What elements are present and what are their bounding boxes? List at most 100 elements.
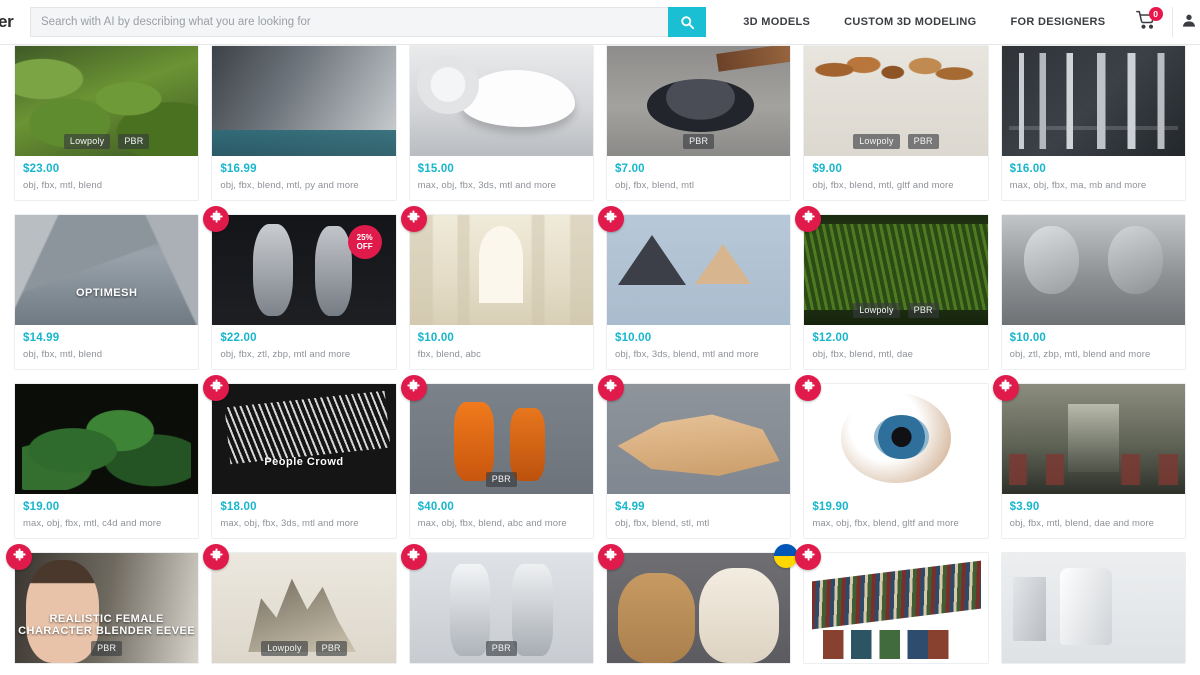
product-thumbnail[interactable] — [409, 215, 593, 325]
nav-item-3d-models[interactable]: 3D MODELS — [726, 16, 827, 28]
product-card[interactable]: Lowpoly PBR $23.00 obj, fbx, mtl, blend — [14, 45, 200, 201]
product-image — [409, 46, 593, 156]
favorite-badge[interactable] — [400, 206, 427, 232]
product-image — [804, 384, 988, 494]
product-card[interactable]: $10.00 obj, fbx, 3ds, blend, mtl and more — [597, 206, 792, 370]
favorite-badge[interactable] — [400, 375, 427, 401]
product-card[interactable]: People Crowd $18.00 max, obj, fbx, 3ds, mt… — [203, 375, 397, 539]
product-thumbnail[interactable] — [606, 553, 791, 663]
product-thumbnail[interactable]: 25% OFF — [212, 215, 396, 325]
product-card[interactable]: $10.00 obj, ztl, zbp, mtl, blend and more — [1000, 214, 1186, 370]
product-card[interactable] — [795, 544, 989, 664]
product-card[interactable]: Lowpoly PBR $9.00 obj, fbx, blend, mtl, glt… — [803, 45, 989, 201]
product-thumbnail[interactable]: PBR — [409, 384, 593, 494]
product-thumbnail[interactable]: Lowpoly PBR — [804, 46, 988, 156]
puzzle-piece-icon — [12, 548, 26, 566]
favorite-badge[interactable] — [597, 544, 624, 570]
product-thumbnail[interactable] — [212, 46, 396, 156]
main-nav: 3D MODELS CUSTOM 3D MODELING FOR DESIGNE… — [726, 16, 1122, 28]
product-price: $16.00 — [1009, 163, 1047, 175]
product-thumbnail[interactable] — [804, 384, 988, 494]
puzzle-piece-icon — [999, 379, 1012, 397]
product-price: $22.00 — [220, 332, 257, 344]
product-thumbnail[interactable] — [606, 384, 791, 494]
nav-item-custom-3d-modeling[interactable]: CUSTOM 3D MODELING — [827, 16, 993, 28]
product-card[interactable]: PBR $40.00 max, obj, fbx, blend, abc and m… — [400, 375, 594, 539]
thumbnail-tag: Lowpoly — [853, 303, 900, 318]
product-image — [15, 384, 199, 494]
puzzle-piece-icon — [210, 210, 223, 228]
product-card[interactable]: $4.99 obj, fbx, blend, stl, mtl — [597, 375, 792, 539]
favorite-badge[interactable] — [597, 206, 624, 232]
product-card[interactable]: Lowpoly PBR $12.00 obj, fbx, blend, mtl, da… — [795, 206, 989, 370]
product-thumbnail[interactable]: PBR — [606, 46, 791, 156]
product-card[interactable]: $16.99 obj, fbx, blend, mtl, py and more — [211, 45, 397, 201]
product-thumbnail[interactable]: Lowpoly PBR — [15, 46, 199, 156]
brand-logo[interactable]: er — [0, 12, 20, 32]
product-card[interactable]: $16.00 max, obj, fbx, ma, mb and more — [1000, 45, 1186, 201]
product-thumbnail[interactable] — [1001, 553, 1185, 663]
search-input-wrapper[interactable] — [30, 7, 669, 37]
product-card[interactable]: PBR — [400, 544, 594, 664]
product-thumbnail[interactable] — [409, 46, 593, 156]
favorite-badge[interactable] — [597, 375, 624, 401]
product-card[interactable]: $15.00 max, obj, fbx, 3ds, mtl and more — [408, 45, 594, 201]
product-card[interactable]: $3.90 obj, fbx, mtl, blend, dae and more — [992, 375, 1186, 539]
product-price: $10.00 — [417, 332, 455, 344]
product-price: $7.00 — [614, 163, 645, 175]
product-thumbnail[interactable] — [15, 384, 199, 494]
product-meta: $16.00 max, obj, fbx, ma, mb and more — [1001, 156, 1185, 200]
cart-button[interactable]: 0 — [1134, 7, 1163, 35]
product-card[interactable]: REALISTIC FEMALE CHARACTER BLENDER EEVEE… — [6, 544, 200, 664]
thumbnail-tag: PBR — [683, 134, 715, 149]
product-thumbnail[interactable]: REALISTIC FEMALE CHARACTER BLENDER EEVEE… — [15, 553, 199, 663]
product-thumbnail[interactable] — [1001, 215, 1185, 325]
product-image — [409, 215, 593, 325]
favorite-badge[interactable] — [6, 544, 32, 570]
product-price: $10.00 — [614, 332, 652, 344]
product-card[interactable] — [597, 544, 799, 664]
favorite-badge[interactable] — [400, 544, 427, 570]
product-thumbnail[interactable]: Lowpoly PBR — [212, 553, 396, 663]
product-thumbnail[interactable]: Lowpoly PBR — [804, 215, 988, 325]
product-thumbnail[interactable]: People Crowd — [212, 384, 396, 494]
puzzle-piece-icon — [604, 210, 618, 228]
puzzle-piece-icon — [604, 379, 618, 397]
product-thumbnail[interactable] — [606, 215, 791, 325]
product-card[interactable]: PBR $7.00 obj, fbx, blend, mtl — [605, 45, 792, 201]
product-meta: $19.00 max, obj, fbx, mtl, c4d and more — [15, 494, 199, 538]
product-card[interactable] — [1000, 552, 1186, 664]
product-thumbnail[interactable] — [804, 553, 988, 663]
product-formats: max, obj, fbx, 3ds, mtl and more — [417, 180, 557, 191]
product-meta: $10.00 obj, ztl, zbp, mtl, blend and more — [1001, 325, 1185, 369]
user-account-button[interactable] — [1179, 10, 1200, 34]
puzzle-piece-icon — [210, 548, 223, 566]
image-caption: People Crowd — [264, 456, 344, 468]
product-image — [1001, 553, 1185, 663]
product-card[interactable]: 25% OFF $22.00 obj, fbx, ztl, zbp, mtl and … — [203, 206, 397, 370]
product-meta: $16.99 obj, fbx, blend, mtl, py and more — [212, 156, 396, 200]
product-card[interactable]: $10.00 fbx, blend, abc — [400, 206, 594, 370]
product-card[interactable]: Lowpoly PBR — [203, 544, 397, 664]
product-price: $19.90 — [812, 501, 849, 513]
product-card[interactable]: OPTIMESH $14.99 obj, fbx, mtl, blend — [14, 214, 200, 370]
product-card[interactable]: $19.00 max, obj, fbx, mtl, c4d and more — [14, 383, 200, 539]
search-button[interactable] — [668, 7, 707, 37]
product-price: $16.99 — [220, 163, 257, 175]
product-card[interactable]: $19.90 max, obj, fbx, blend, gltf and mor… — [795, 375, 989, 539]
thumbnail-tag-row: PBR — [410, 641, 593, 656]
favorite-badge[interactable] — [992, 375, 1019, 401]
product-thumbnail[interactable] — [1001, 46, 1185, 156]
product-price: $3.90 — [1009, 501, 1040, 513]
thumbnail-tag: Lowpoly — [63, 134, 111, 149]
product-meta: $9.00 obj, fbx, blend, mtl, gltf and more — [804, 156, 988, 200]
product-thumbnail[interactable]: OPTIMESH — [15, 215, 199, 325]
product-formats: obj, fbx, blend, mtl, py and more — [220, 180, 359, 191]
thumbnail-tag-row: Lowpoly PBR — [212, 641, 395, 656]
nav-item-for-designers[interactable]: FOR DESIGNERS — [993, 16, 1122, 28]
product-thumbnail[interactable] — [1001, 384, 1185, 494]
puzzle-piece-icon — [802, 210, 815, 228]
product-thumbnail[interactable]: PBR — [409, 553, 593, 663]
search-input[interactable] — [41, 16, 669, 28]
product-image — [606, 553, 791, 663]
